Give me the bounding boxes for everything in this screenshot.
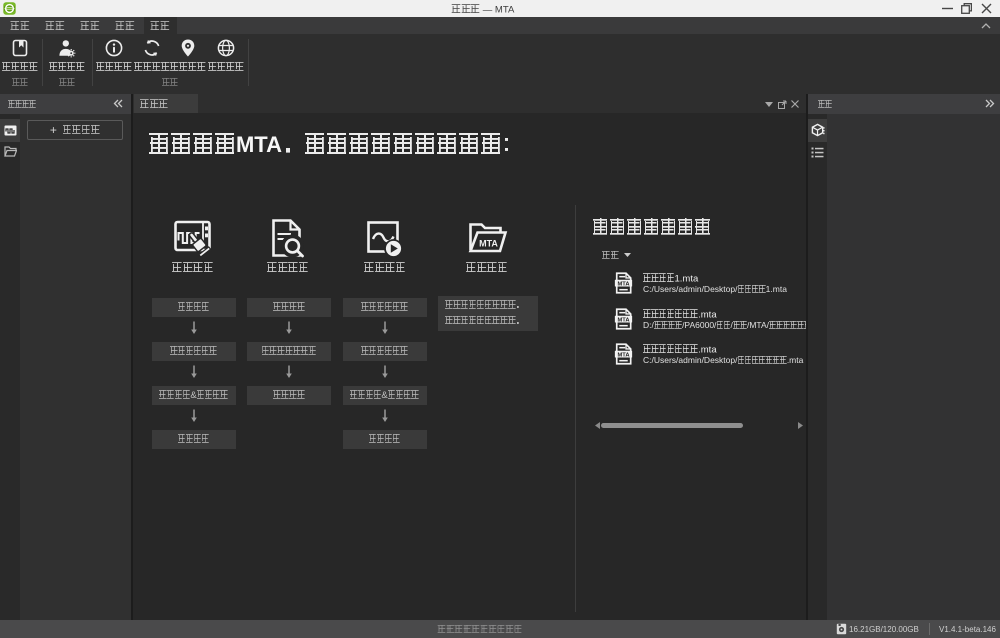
svg-text:MTA: MTA: [617, 352, 629, 358]
svg-text:MTA: MTA: [479, 239, 498, 249]
svg-text:MTA: MTA: [617, 317, 629, 323]
svg-text:MTA: MTA: [617, 281, 629, 287]
